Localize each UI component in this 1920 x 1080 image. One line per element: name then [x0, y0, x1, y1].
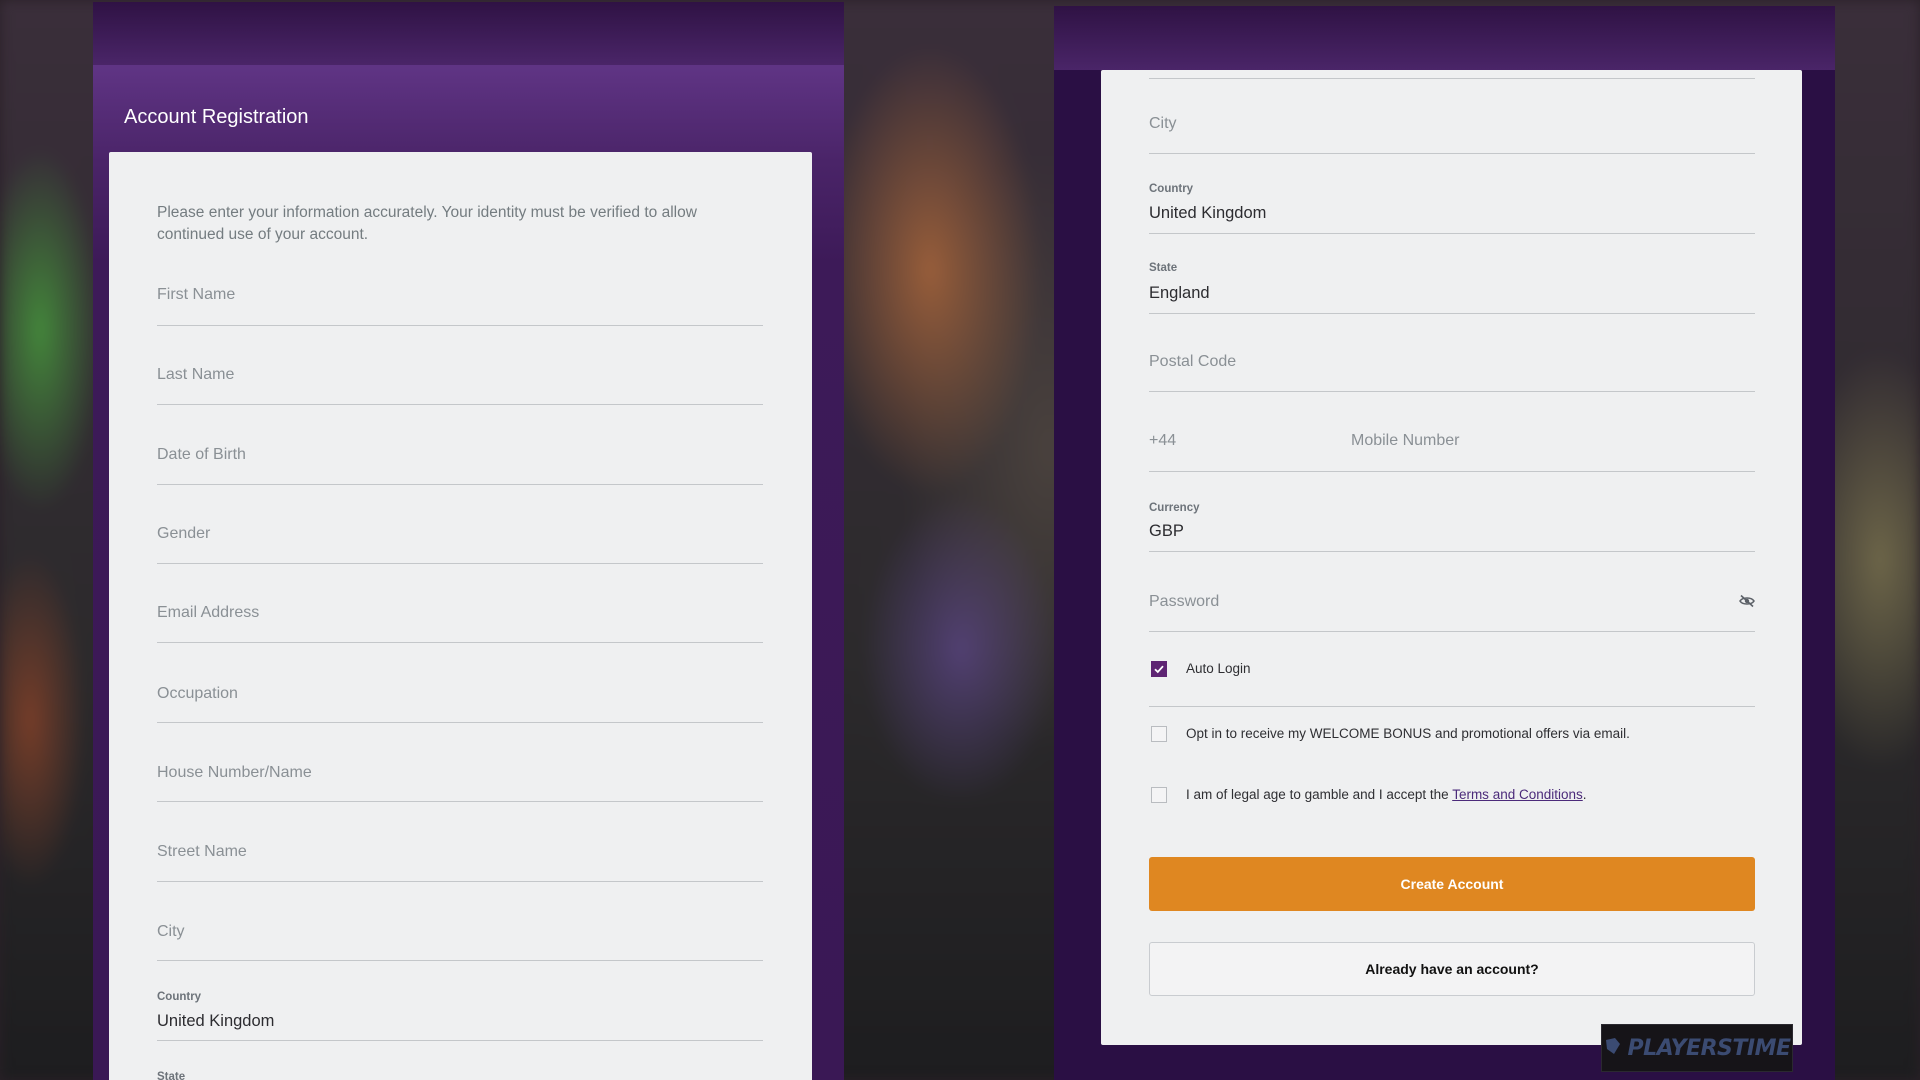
terms-row: I am of legal age to gamble and I accept…	[1149, 785, 1755, 815]
create-account-button[interactable]: Create Account	[1149, 857, 1755, 911]
date-of-birth-placeholder: Date of Birth	[157, 446, 246, 463]
eye-off-icon[interactable]	[1739, 594, 1755, 608]
terms-link[interactable]: Terms and Conditions	[1452, 787, 1583, 802]
country-value: United Kingdom	[157, 1012, 275, 1030]
gender-select[interactable]: Gender	[157, 505, 763, 564]
terms-label: I am of legal age to gamble and I accept…	[1186, 787, 1587, 802]
date-of-birth-field[interactable]: Date of Birth	[157, 426, 763, 485]
registration-panel-right: City Country United Kingdom State Englan…	[1054, 6, 1835, 1080]
terms-checkbox[interactable]	[1151, 787, 1167, 803]
watermark-logo-icon	[1603, 1036, 1623, 1061]
state-value: England	[1149, 284, 1210, 302]
state-label: State	[157, 1071, 186, 1080]
occupation-placeholder: Occupation	[157, 685, 238, 702]
occupation-field[interactable]: Occupation	[157, 663, 763, 723]
country-select[interactable]: Country United Kingdom	[157, 981, 763, 1041]
state-select[interactable]: State England	[1149, 254, 1755, 314]
password-field[interactable]: Password	[1149, 571, 1755, 632]
already-have-account-button[interactable]: Already have an account?	[1149, 942, 1755, 996]
players-time-watermark: PLAYERSTIME	[1601, 1024, 1793, 1072]
country-value: United Kingdom	[1149, 204, 1267, 222]
house-number-placeholder: House Number/Name	[157, 764, 312, 781]
auto-login-checkbox[interactable]	[1151, 661, 1167, 677]
country-select[interactable]: Country United Kingdom	[1149, 174, 1755, 234]
gender-placeholder: Gender	[157, 525, 211, 542]
page-title: Account Registration	[124, 106, 309, 128]
city-field[interactable]: City	[157, 901, 763, 961]
first-name-placeholder: First Name	[157, 286, 236, 303]
opt-in-label: Opt in to receive my WELCOME BONUS and p…	[1186, 726, 1630, 741]
intro-text: Please enter your information accurately…	[157, 204, 697, 243]
state-select[interactable]: State	[157, 1060, 763, 1080]
auto-login-label: Auto Login	[1186, 661, 1251, 676]
street-name-field[interactable]: Street Name	[157, 822, 763, 882]
opt-in-checkbox[interactable]	[1151, 726, 1167, 742]
opt-in-row: Opt in to receive my WELCOME BONUS and p…	[1149, 724, 1755, 754]
currency-label: Currency	[1149, 502, 1200, 514]
email-placeholder: Email Address	[157, 604, 260, 621]
city-placeholder: City	[157, 923, 185, 940]
currency-value: GBP	[1149, 522, 1184, 540]
dial-code[interactable]: +44	[1149, 432, 1176, 450]
last-name-field[interactable]: Last Name	[157, 346, 763, 405]
registration-panel-left: Account Registration Please enter your i…	[93, 2, 844, 1080]
watermark-text: PLAYERSTIME	[1627, 1035, 1791, 1061]
registration-form-card: Please enter your information accurately…	[109, 152, 812, 1080]
divider	[1149, 78, 1755, 79]
mobile-number-placeholder: Mobile Number	[1351, 432, 1460, 449]
panel-top-bar	[1054, 6, 1835, 70]
country-label: Country	[157, 991, 202, 1003]
mobile-number-field[interactable]: +44 Mobile Number	[1149, 412, 1755, 472]
state-label: State	[1149, 262, 1178, 274]
city-field[interactable]: City	[1149, 94, 1755, 154]
email-field[interactable]: Email Address	[157, 584, 763, 643]
postal-code-placeholder: Postal Code	[1149, 353, 1237, 370]
last-name-placeholder: Last Name	[157, 366, 235, 383]
city-placeholder: City	[1149, 115, 1177, 132]
terms-prefix: I am of legal age to gamble and I accept…	[1186, 787, 1453, 802]
first-name-field[interactable]: First Name	[157, 267, 763, 326]
registration-form-card-continued: City Country United Kingdom State Englan…	[1101, 70, 1802, 1045]
terms-suffix: .	[1582, 787, 1587, 802]
house-number-field[interactable]: House Number/Name	[157, 743, 763, 802]
auto-login-row: Auto Login	[1149, 652, 1755, 707]
currency-select[interactable]: Currency GBP	[1149, 492, 1755, 552]
postal-code-field[interactable]: Postal Code	[1149, 333, 1755, 392]
password-placeholder: Password	[1149, 593, 1220, 610]
street-name-placeholder: Street Name	[157, 843, 247, 860]
panel-top-bar	[93, 2, 844, 65]
country-label: Country	[1149, 183, 1194, 195]
